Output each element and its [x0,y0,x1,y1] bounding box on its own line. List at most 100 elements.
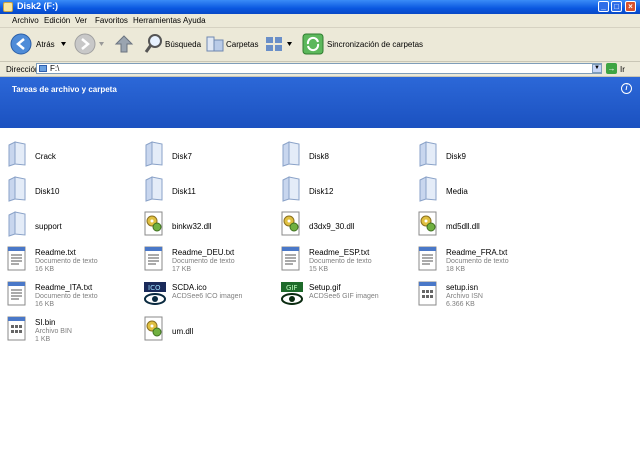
text-file-icon [143,246,165,272]
file-item[interactable]: Disk10 [0,171,130,203]
dropdown-arrow-icon [61,42,66,46]
svg-text:GIF: GIF [286,284,298,292]
menu-ayuda[interactable]: Ayuda [183,16,206,25]
file-size: 17 KB [172,266,192,273]
file-name: Crack [35,152,56,161]
file-name: Disk8 [309,152,330,161]
sync-folders-button[interactable]: Sincronización de carpetas [300,28,423,61]
file-item[interactable]: ICO SCDA.ico ACDSee6 ICO imagen [137,276,267,308]
file-type: Documento de texto [35,258,98,265]
file-item[interactable]: Disk11 [137,171,267,203]
file-item[interactable]: Disk7 [137,136,267,168]
file-name: binkw32.dll [172,222,212,231]
dll-file-icon [143,211,165,237]
views-icon [266,37,282,51]
file-name: Disk10 [35,187,60,196]
menu-bar: Archivo Edición Ver Favoritos Herramient… [0,14,640,28]
file-name: SCDA.ico [172,283,207,292]
address-label: Dirección [6,65,40,74]
toolbar: Atrás Búsqueda Carpetas Sincronización d… [0,28,640,62]
go-arrow-icon[interactable]: → [606,63,617,74]
file-type: Documento de texto [35,293,98,300]
minimize-button[interactable]: _ [598,1,609,12]
views-button[interactable] [264,28,296,61]
file-name: Disk12 [309,187,334,196]
menu-ver[interactable]: Ver [75,16,87,25]
file-name: Readme_DEU.txt [172,248,235,257]
info-icon[interactable]: i [621,83,632,94]
generic-file-icon [6,316,28,342]
task-pane: Tareas de archivo y carpeta i [0,77,640,128]
file-size: 6.366 KB [446,301,475,308]
file-item[interactable]: setup.isn Archivo ISN 6.366 KB [411,276,541,308]
file-type: Documento de texto [172,258,235,265]
folder-icon [417,176,439,202]
menu-archivo[interactable]: Archivo [12,16,39,25]
menu-herramientas[interactable]: Herramientas [133,16,181,25]
search-button[interactable]: Búsqueda [142,28,201,61]
file-item[interactable]: binkw32.dll [137,206,267,238]
file-item[interactable]: Crack [0,136,130,168]
up-folder-button[interactable] [112,28,136,61]
file-item[interactable]: Readme.txt Documento de texto 16 KB [0,241,130,273]
file-size: 1 KB [35,336,51,343]
forward-arrow-icon [74,33,96,55]
folder-icon [6,141,28,167]
file-item[interactable]: d3dx9_30.dll [274,206,404,238]
maximize-button[interactable]: □ [611,1,622,12]
file-item[interactable]: Readme_ITA.txt Documento de texto 16 KB [0,276,130,308]
task-pane-title[interactable]: Tareas de archivo y carpeta [12,85,117,94]
file-item[interactable]: Disk12 [274,171,404,203]
file-name: SI.bin [35,318,56,327]
file-item[interactable]: Disk8 [274,136,404,168]
file-item[interactable]: Readme_ESP.txt Documento de texto 15 KB [274,241,404,273]
file-name: support [35,222,62,231]
ico-image-icon: ICO [143,281,166,307]
folders-button[interactable]: Carpetas [204,28,258,61]
file-name: Readme.txt [35,248,76,257]
folder-icon [143,141,165,167]
file-item[interactable]: um.dll [137,311,267,343]
window-title: Disk2 (F:) [17,1,59,11]
back-button[interactable]: Atrás [8,28,70,61]
title-bar[interactable]: Disk2 (F:) _ □ × [0,0,640,14]
dropdown-arrow-icon [99,42,104,46]
file-type: Documento de texto [446,258,509,265]
file-name: Readme_FRA.txt [446,248,508,257]
folder-icon [280,176,302,202]
file-item[interactable]: Media [411,171,541,203]
file-item[interactable]: Readme_DEU.txt Documento de texto 17 KB [137,241,267,273]
menu-favoritos[interactable]: Favoritos [95,16,128,25]
file-name: setup.isn [446,283,479,292]
file-item[interactable]: GIF Setup.gif ACDSee6 GIF imagen [274,276,404,308]
file-item[interactable]: SI.bin Archivo BIN 1 KB [0,311,130,343]
search-icon [144,34,162,53]
sync-icon [302,33,324,55]
file-item[interactable]: Disk9 [411,136,541,168]
file-item[interactable]: md5dll.dll [411,206,541,238]
go-button[interactable]: Ir [620,65,625,74]
address-dropdown-button[interactable]: ▼ [592,64,602,73]
file-type: ACDSee6 ICO imagen [172,293,243,300]
dll-file-icon [143,316,165,342]
folder-icon [417,141,439,167]
file-item[interactable]: Readme_FRA.txt Documento de texto 18 KB [411,241,541,273]
file-name: Disk11 [172,187,196,196]
text-file-icon [6,281,28,307]
folder-icon [143,176,165,202]
address-input[interactable]: F:\ [36,63,602,74]
file-item[interactable]: support [0,206,130,238]
menu-edicion[interactable]: Edición [44,16,70,25]
drive-icon [3,2,13,12]
text-file-icon [280,246,302,272]
forward-button[interactable] [72,28,104,61]
dll-file-icon [280,211,302,237]
close-button[interactable]: × [625,1,636,12]
dll-file-icon [417,211,439,237]
file-type: Archivo ISN [446,293,483,300]
folder-icon [280,141,302,167]
address-value: F:\ [50,64,60,73]
file-name: Media [446,187,468,196]
folder-icon [6,176,28,202]
folders-icon [206,36,224,52]
